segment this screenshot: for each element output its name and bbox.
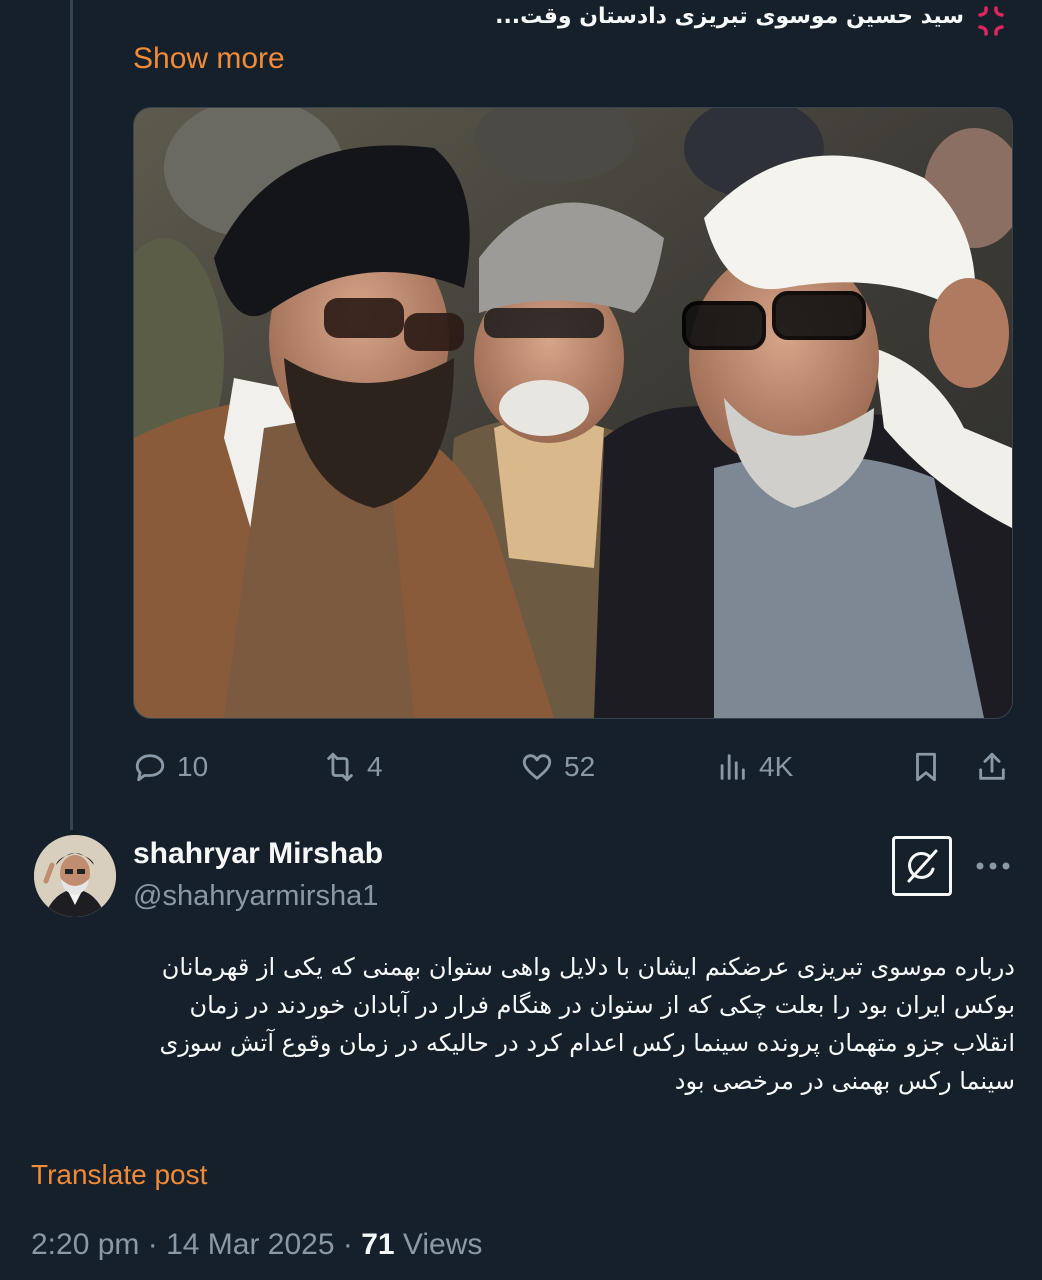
- post-views-count: 71: [361, 1228, 395, 1261]
- views-icon: [720, 754, 745, 780]
- post-body: درباره موسوی تبریزی عرضکنم ایشان با دلای…: [30, 948, 1015, 1100]
- post-action-bar: 10 4 52 4K: [133, 742, 1013, 792]
- show-more-link[interactable]: Show more: [133, 42, 285, 76]
- anger-symbol-icon: [978, 6, 1004, 36]
- reply-button[interactable]: 10: [133, 742, 208, 792]
- previous-post-text: سید حسین موسوی تبریزی دادستان وقت...: [495, 4, 964, 29]
- share-icon: [979, 752, 1005, 780]
- views-button[interactable]: 4K: [715, 742, 793, 792]
- avatar-photo: [34, 835, 116, 917]
- bookmark-icon: [916, 752, 936, 782]
- post-text-line: انقلاب جزو متهمان پرونده سینما رکس اعدام…: [159, 1029, 1015, 1057]
- separator-dot: ·: [342, 1228, 362, 1261]
- more-options-icon[interactable]: [972, 848, 1014, 884]
- thread-connector-line: [70, 0, 73, 830]
- author-handle[interactable]: @shahryarmirsha1: [133, 880, 378, 913]
- grok-icon: [907, 849, 938, 883]
- share-button[interactable]: [975, 742, 1009, 792]
- repost-icon: [327, 752, 353, 782]
- bookmark-button[interactable]: [909, 742, 943, 792]
- post-text-line: بوکس ایران بود را بعلت چکی که از ستوان د…: [189, 991, 1015, 1019]
- author-avatar[interactable]: [34, 835, 116, 917]
- post-metadata: 2:20 pm · 14 Mar 2025 · 71 Views: [31, 1228, 482, 1262]
- post-text-line: درباره موسوی تبریزی عرضکنم ایشان با دلای…: [161, 953, 1015, 981]
- translate-post-link[interactable]: Translate post: [31, 1159, 207, 1191]
- like-icon: [522, 754, 552, 780]
- post-views-label: Views: [402, 1228, 483, 1261]
- repost-button[interactable]: 4: [323, 742, 383, 792]
- photo-illustration: [134, 108, 1012, 718]
- reply-count: 10: [177, 751, 209, 782]
- reply-icon: [135, 754, 165, 782]
- repost-count: 4: [367, 751, 383, 782]
- grok-button[interactable]: [892, 836, 952, 896]
- post-text-line: سینما رکس بهمنی در مرخصی بود: [674, 1067, 1015, 1095]
- post-photo[interactable]: [133, 107, 1013, 719]
- author-name[interactable]: shahryar Mirshab: [133, 837, 383, 871]
- post-date[interactable]: 14 Mar 2025: [166, 1228, 334, 1261]
- separator-dot: ·: [147, 1228, 167, 1261]
- like-count: 52: [564, 751, 596, 782]
- views-count: 4K: [759, 751, 794, 782]
- like-button[interactable]: 52: [520, 742, 595, 792]
- post-time[interactable]: 2:20 pm: [31, 1228, 139, 1261]
